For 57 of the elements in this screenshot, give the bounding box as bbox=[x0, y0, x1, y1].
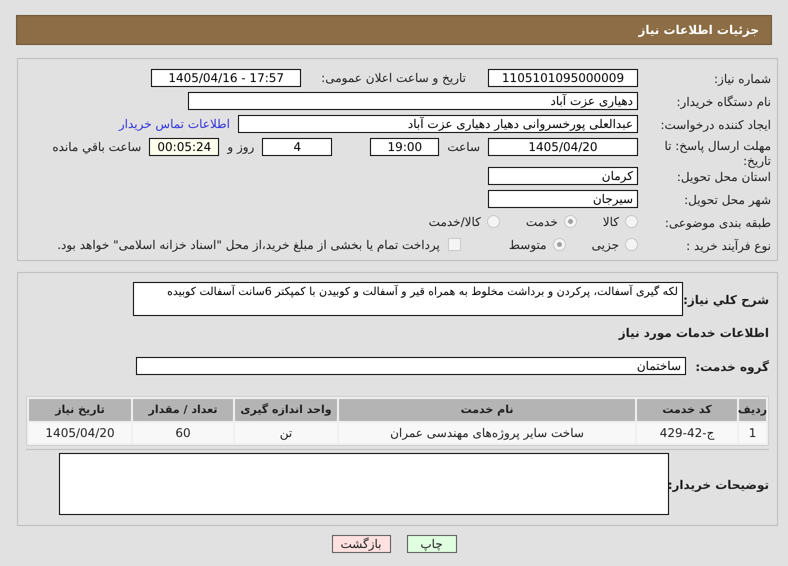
text-field[interactable]: 00:05:24 bbox=[149, 138, 220, 156]
field-label: ساعت bbox=[447, 139, 480, 156]
text-field[interactable]: ساختمان bbox=[136, 357, 686, 375]
field-label: طبقه بندی موضوعی: bbox=[664, 216, 771, 230]
radio-label: متوسط bbox=[508, 236, 547, 254]
radio-label: کالا bbox=[602, 214, 619, 230]
field-label: نوع فرآیند خرید : bbox=[686, 238, 771, 252]
field-label: نام دستگاه خریدار: bbox=[676, 94, 771, 108]
field-label: توضیحات خریدار: bbox=[668, 478, 769, 492]
text-field[interactable]: کرمان bbox=[488, 166, 638, 184]
contact-link[interactable]: اطلاعات تماس خریدار bbox=[118, 114, 230, 132]
text-field[interactable]: عبدالعلی پورخسروانی دهیار دهیاری عزت آباد bbox=[238, 114, 638, 132]
text-field[interactable]: سیرجان bbox=[488, 190, 638, 208]
notes-field[interactable] bbox=[59, 453, 669, 515]
field-label: ساعت باقي مانده bbox=[52, 139, 142, 156]
column-header: ردیف bbox=[739, 399, 766, 421]
field-label: روز و bbox=[227, 139, 254, 156]
back-button[interactable]: بازگشت bbox=[332, 535, 390, 553]
print-button[interactable]: چاپ bbox=[406, 535, 456, 553]
radio-button[interactable] bbox=[625, 238, 638, 251]
radio-button[interactable] bbox=[625, 215, 638, 228]
column-header: تاریخ نیاز bbox=[29, 399, 131, 421]
payment-note: پرداخت تمام یا بخشی از مبلغ خرید،از محل "اسناد خزانه اسلامی" خواهد بود. bbox=[57, 236, 440, 254]
field-label: شرح كلي نياز: bbox=[683, 293, 769, 307]
field-label: تاریخ و ساعت اعلان عمومی: bbox=[321, 70, 466, 86]
field-label: ایجاد کننده درخواست: bbox=[660, 118, 771, 132]
radio-button[interactable] bbox=[486, 215, 500, 228]
radio-label: کالا/خدمت bbox=[428, 214, 481, 230]
text-field[interactable]: دهیاری عزت آباد bbox=[188, 92, 638, 110]
radio-button[interactable] bbox=[564, 215, 577, 228]
field-label: اطلاعات خدمات مورد نياز bbox=[618, 325, 769, 342]
column-header: نام خدمت bbox=[339, 399, 635, 421]
table-cell: 1 bbox=[739, 423, 766, 443]
table-cell: تن bbox=[235, 423, 337, 443]
description-field[interactable]: لکه گیری آسفالت، پرکردن و برداشت مخلوط به همراه قیر و آسفالت و کوبیدن با کمپکتر 6سانت آسفالت کوبیده bbox=[133, 282, 683, 316]
text-field[interactable]: 1405/04/16 - 17:57 bbox=[151, 68, 302, 86]
radio-label: خدمت bbox=[526, 214, 558, 230]
text-field[interactable]: 19:00 bbox=[370, 138, 440, 156]
column-header: تعداد / مقدار bbox=[133, 399, 233, 421]
field-label: شماره نیاز: bbox=[714, 72, 771, 86]
radio-label: جزیی bbox=[592, 236, 619, 254]
checkbox[interactable] bbox=[448, 238, 461, 251]
column-header: کد خدمت bbox=[637, 399, 737, 421]
text-field[interactable]: 4 bbox=[262, 138, 332, 156]
page-title: جزئیات اطلاعات نیاز bbox=[638, 22, 759, 39]
table-cell: ج-42-429 bbox=[637, 423, 737, 443]
table-cell: 1405/04/20 bbox=[29, 423, 131, 443]
text-field[interactable]: 1405/04/20 bbox=[488, 138, 638, 156]
field-label: مهلت ارسال پاسخ: تا تاریخ: bbox=[664, 139, 771, 168]
radio-button[interactable] bbox=[552, 238, 566, 251]
table-cell: 60 bbox=[133, 423, 233, 443]
field-label: گروه خدمت: bbox=[695, 360, 769, 374]
field-label: شهر محل تحویل: bbox=[684, 192, 771, 206]
table-cell: ساخت سایر پروژه‌های مهندسی عمران bbox=[339, 423, 635, 443]
column-header: واحد اندازه گیری bbox=[235, 399, 337, 421]
field-label: استان محل تحویل: bbox=[676, 170, 771, 184]
text-field[interactable]: 1105101095000009 bbox=[488, 68, 638, 86]
